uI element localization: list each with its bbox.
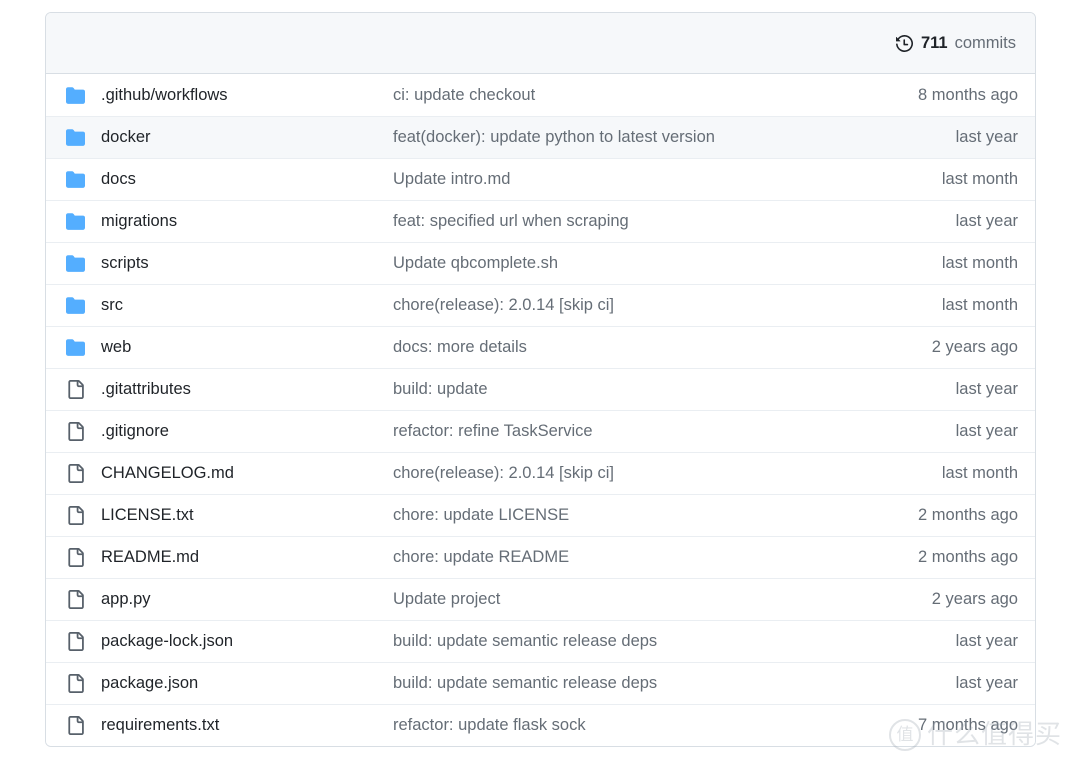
file-name-link[interactable]: .github/workflows	[101, 86, 393, 105]
file-row[interactable]: requirements.txtrefactor: update flask s…	[46, 704, 1035, 746]
commit-age: 8 months ago	[857, 86, 1035, 105]
file-icon	[46, 674, 101, 693]
commit-message-link[interactable]: chore(release): 2.0.14 [skip ci]	[393, 296, 857, 315]
file-icon	[46, 632, 101, 651]
commit-age: 2 months ago	[857, 506, 1035, 525]
commit-message-link[interactable]: ci: update checkout	[393, 86, 857, 105]
commit-message-link[interactable]: refactor: update flask sock	[393, 716, 857, 735]
file-row[interactable]: .github/workflowsci: update checkout8 mo…	[46, 74, 1035, 116]
file-row[interactable]: package.jsonbuild: update semantic relea…	[46, 662, 1035, 704]
file-name-link[interactable]: requirements.txt	[101, 716, 393, 735]
commits-label: commits	[955, 35, 1016, 52]
commit-history-link[interactable]: 711 commits	[896, 34, 1016, 52]
folder-icon	[46, 254, 101, 273]
commit-message-link[interactable]: docs: more details	[393, 338, 857, 357]
file-row[interactable]: scriptsUpdate qbcomplete.shlast month	[46, 242, 1035, 284]
file-row[interactable]: migrationsfeat: specified url when scrap…	[46, 200, 1035, 242]
file-row[interactable]: README.mdchore: update README2 months ag…	[46, 536, 1035, 578]
file-name-link[interactable]: src	[101, 296, 393, 315]
commit-message-link[interactable]: chore: update LICENSE	[393, 506, 857, 525]
file-name-link[interactable]: LICENSE.txt	[101, 506, 393, 525]
file-name-link[interactable]: docs	[101, 170, 393, 189]
repository-file-browser: 711 commits .github/workflowsci: update …	[0, 0, 1080, 757]
file-row[interactable]: package-lock.jsonbuild: update semantic …	[46, 620, 1035, 662]
commit-message-link[interactable]: build: update semantic release deps	[393, 674, 857, 693]
file-icon	[46, 506, 101, 525]
file-name-link[interactable]: CHANGELOG.md	[101, 464, 393, 483]
file-row[interactable]: webdocs: more details2 years ago	[46, 326, 1035, 368]
file-icon	[46, 422, 101, 441]
file-row[interactable]: app.pyUpdate project2 years ago	[46, 578, 1035, 620]
file-name-link[interactable]: .gitignore	[101, 422, 393, 441]
file-name-link[interactable]: docker	[101, 128, 393, 147]
commit-age: 2 years ago	[857, 338, 1035, 357]
commit-age: last year	[857, 632, 1035, 651]
file-icon	[46, 548, 101, 567]
commit-age: last year	[857, 128, 1035, 147]
folder-icon	[46, 212, 101, 231]
commit-age: last month	[857, 464, 1035, 483]
folder-icon	[46, 296, 101, 315]
file-icon	[46, 590, 101, 609]
commit-message-link[interactable]: Update project	[393, 590, 857, 609]
file-list: .github/workflowsci: update checkout8 mo…	[46, 74, 1035, 746]
commit-message-link[interactable]: feat(docker): update python to latest ve…	[393, 128, 857, 147]
file-row[interactable]: .gitignorerefactor: refine TaskServicela…	[46, 410, 1035, 452]
commit-message-link[interactable]: Update qbcomplete.sh	[393, 254, 857, 273]
file-icon	[46, 380, 101, 399]
commit-message-link[interactable]: build: update	[393, 380, 857, 399]
commit-age: 2 months ago	[857, 548, 1035, 567]
file-icon	[46, 464, 101, 483]
commit-age: last year	[857, 212, 1035, 231]
commit-age: last year	[857, 674, 1035, 693]
commit-age: last year	[857, 380, 1035, 399]
folder-icon	[46, 128, 101, 147]
file-name-link[interactable]: README.md	[101, 548, 393, 567]
commits-count: 711	[921, 35, 948, 52]
file-listing-card: 711 commits .github/workflowsci: update …	[45, 12, 1036, 747]
commit-age: last year	[857, 422, 1035, 441]
file-name-link[interactable]: package.json	[101, 674, 393, 693]
file-row[interactable]: LICENSE.txtchore: update LICENSE2 months…	[46, 494, 1035, 536]
file-row[interactable]: docsUpdate intro.mdlast month	[46, 158, 1035, 200]
file-row[interactable]: CHANGELOG.mdchore(release): 2.0.14 [skip…	[46, 452, 1035, 494]
file-name-link[interactable]: scripts	[101, 254, 393, 273]
file-row[interactable]: dockerfeat(docker): update python to lat…	[46, 116, 1035, 158]
folder-icon	[46, 338, 101, 357]
commit-age: 2 years ago	[857, 590, 1035, 609]
file-row[interactable]: .gitattributesbuild: updatelast year	[46, 368, 1035, 410]
file-name-link[interactable]: migrations	[101, 212, 393, 231]
commit-age: 7 months ago	[857, 716, 1035, 735]
file-listing-header: 711 commits	[46, 13, 1035, 74]
commit-age: last month	[857, 254, 1035, 273]
commit-age: last month	[857, 296, 1035, 315]
file-row[interactable]: srcchore(release): 2.0.14 [skip ci]last …	[46, 284, 1035, 326]
file-icon	[46, 716, 101, 735]
commit-message-link[interactable]: chore(release): 2.0.14 [skip ci]	[393, 464, 857, 483]
commit-message-link[interactable]: refactor: refine TaskService	[393, 422, 857, 441]
file-name-link[interactable]: package-lock.json	[101, 632, 393, 651]
folder-icon	[46, 170, 101, 189]
commit-message-link[interactable]: build: update semantic release deps	[393, 632, 857, 651]
commit-message-link[interactable]: Update intro.md	[393, 170, 857, 189]
folder-icon	[46, 86, 101, 105]
history-clock-icon	[896, 34, 914, 52]
file-name-link[interactable]: .gitattributes	[101, 380, 393, 399]
file-name-link[interactable]: app.py	[101, 590, 393, 609]
commit-message-link[interactable]: feat: specified url when scraping	[393, 212, 857, 231]
commit-message-link[interactable]: chore: update README	[393, 548, 857, 567]
commit-age: last month	[857, 170, 1035, 189]
file-name-link[interactable]: web	[101, 338, 393, 357]
